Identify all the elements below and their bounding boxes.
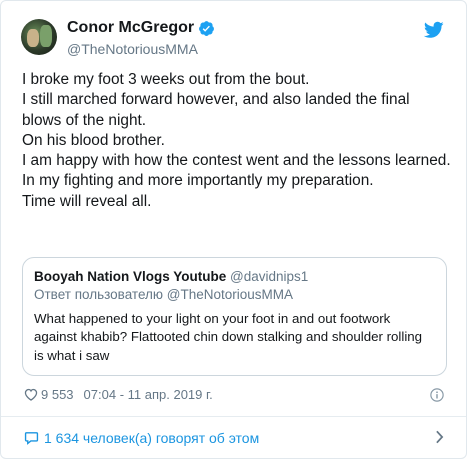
reply-to-label: Ответ пользователю @TheNotoriousMMA <box>34 287 293 302</box>
conversation-count-label[interactable]: 1 634 человек(а) говорят об этом <box>44 430 259 446</box>
tweet-timestamp[interactable]: 07:04 - 11 апр. 2019 г. <box>84 387 213 402</box>
author-name-text[interactable]: Conor McGregor <box>67 19 194 37</box>
chevron-right-icon <box>436 430 444 444</box>
tweet-line: I am happy with how the contest went and… <box>22 152 451 170</box>
avatar-figure <box>27 29 39 47</box>
speech-bubble-icon <box>24 432 39 445</box>
quoted-author-name: Booyah Nation Vlogs Youtube <box>34 269 227 284</box>
tweet-line: On his blood brother. <box>22 131 165 149</box>
quoted-tweet-header: Booyah Nation Vlogs Youtube @davidnips1 <box>34 268 435 286</box>
tweet-line: Time will reveal all. <box>22 192 152 210</box>
author-name[interactable]: Conor McGregor <box>67 19 215 37</box>
tweet-line: I still marched forward however, and als… <box>22 91 414 129</box>
info-icon[interactable] <box>430 388 444 402</box>
tweet-meta: 9 553 07:04 - 11 апр. 2019 г. <box>24 387 213 402</box>
quoted-author-handle: @davidnips1 <box>230 269 309 284</box>
tweet-text: I broke my foot 3 weeks out from the bou… <box>22 70 452 212</box>
conversation-link[interactable]: 1 634 человек(а) говорят об этом <box>1 417 466 458</box>
avatar[interactable] <box>21 19 57 55</box>
like-count[interactable]: 9 553 <box>41 387 74 402</box>
verified-badge-icon <box>199 20 215 36</box>
quoted-tweet-text: What happened to your light on your foot… <box>34 311 423 363</box>
twitter-bird-icon[interactable] <box>424 21 444 39</box>
quoted-tweet[interactable]: Booyah Nation Vlogs Youtube @davidnips1 … <box>22 257 447 376</box>
avatar-figure <box>40 25 52 47</box>
tweet-line: In my fighting and more importantly my p… <box>22 172 374 190</box>
heart-icon[interactable] <box>24 388 38 401</box>
author-handle[interactable]: @TheNotoriousMMA <box>67 41 198 57</box>
tweet-line: I broke my foot 3 weeks out from the bou… <box>22 71 310 88</box>
embedded-tweet-card: Conor McGregor @TheNotoriousMMA I broke … <box>0 0 467 459</box>
